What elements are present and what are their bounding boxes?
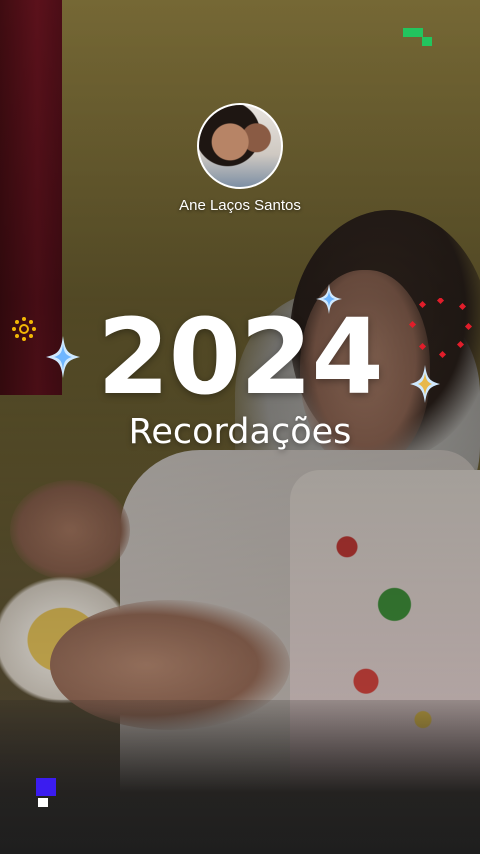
story-card[interactable]: Ane Laços Santos 2024 Recordações <box>0 0 480 854</box>
year-title: 2024 <box>97 296 383 418</box>
green-pixel-squares-icon <box>403 28 433 48</box>
memories-subtitle: Recordações <box>128 412 352 452</box>
profile-name[interactable]: Ane Laços Santos <box>0 197 480 214</box>
blue-pixel-squares-icon <box>36 778 58 808</box>
avatar[interactable] <box>197 103 283 189</box>
